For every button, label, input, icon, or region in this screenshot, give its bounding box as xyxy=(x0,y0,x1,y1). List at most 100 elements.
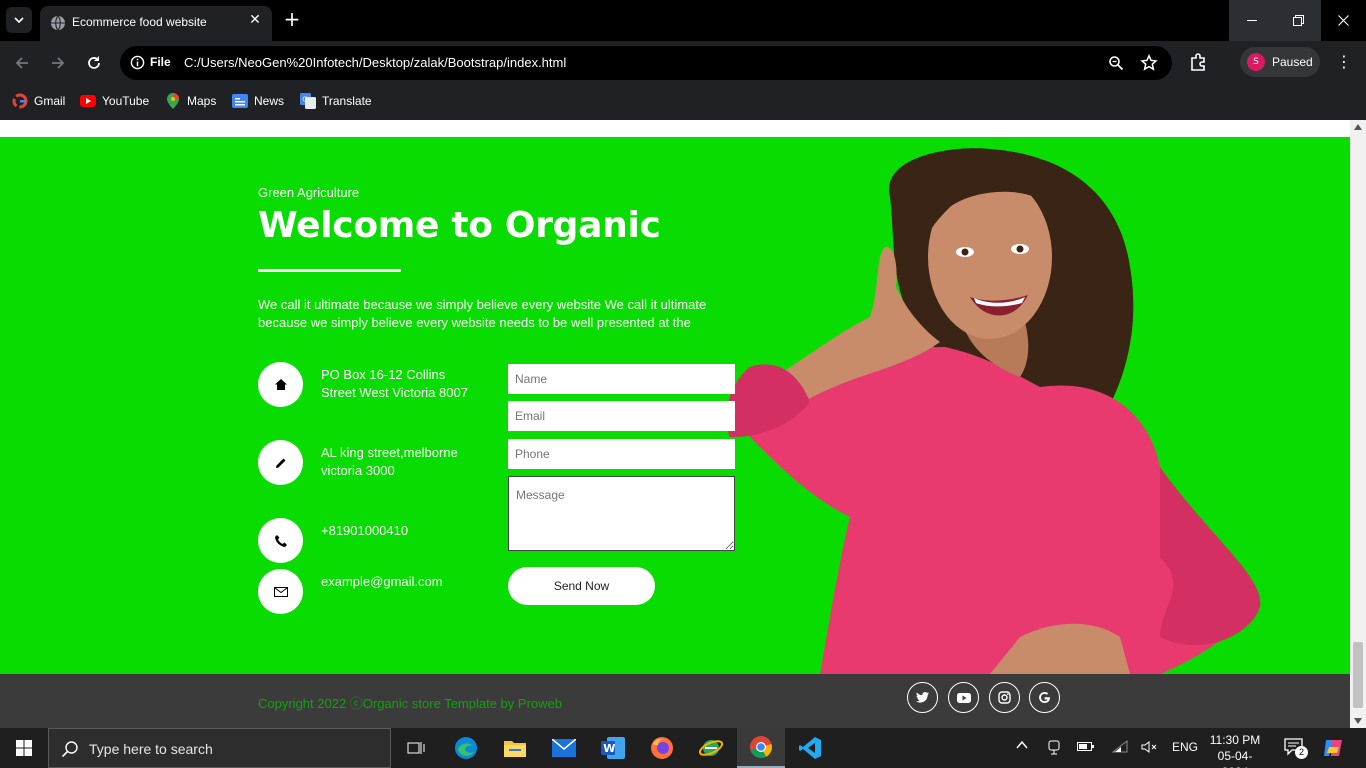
svg-text:G: G xyxy=(302,96,307,104)
ie-icon xyxy=(699,740,723,756)
vscode-app[interactable] xyxy=(786,728,834,768)
scrollbar-thumb[interactable] xyxy=(1353,642,1363,708)
globe-icon xyxy=(51,15,65,31)
map-pin-icon xyxy=(165,93,181,109)
chrome-app[interactable] xyxy=(737,728,785,768)
contact-text: AL king street,melborne victoria 3000 xyxy=(321,445,458,478)
address-bar[interactable]: File C:/Users/NeoGen%20Infotech/Desktop/… xyxy=(120,46,1172,80)
contact-text: +81901000410 xyxy=(321,523,409,538)
browser-tab[interactable]: Ecommerce food website ✕ xyxy=(40,6,272,41)
arrow-left-icon xyxy=(15,57,28,69)
network-icon[interactable] xyxy=(1111,739,1128,757)
scroll-up-icon[interactable] xyxy=(1354,124,1362,130)
youtube-icon xyxy=(80,93,96,109)
chrome-icon xyxy=(750,736,772,758)
start-button[interactable] xyxy=(0,728,48,768)
avatar: S xyxy=(1247,53,1265,71)
browser-tab-bar: Ecommerce food website ✕ + xyxy=(0,0,1366,41)
scroll-down-icon[interactable] xyxy=(1354,718,1362,724)
zoom-icon[interactable] xyxy=(1108,55,1124,71)
restore-button[interactable] xyxy=(1275,0,1321,41)
windows-logo-icon xyxy=(16,740,32,756)
bookmark-news[interactable]: News xyxy=(232,92,284,110)
search-placeholder: Type here to search xyxy=(89,741,213,757)
back-button[interactable] xyxy=(12,53,32,73)
reload-button[interactable] xyxy=(84,53,104,73)
intro-text: We call it ultimate because we simply be… xyxy=(258,297,707,330)
file-explorer-app[interactable] xyxy=(491,728,539,768)
windows-taskbar: Type here to search W ENG 11:30 PM 05-04… xyxy=(0,728,1366,768)
bookmark-label: Translate xyxy=(322,94,372,108)
bookmark-gmail[interactable]: Gmail xyxy=(12,92,65,110)
pencil-icon xyxy=(258,440,303,485)
profile-status: Paused xyxy=(1272,55,1313,69)
youtube-icon[interactable] xyxy=(948,682,979,713)
contact-text: PO Box 16-12 Collins Street West Victori… xyxy=(321,367,468,400)
edge-app[interactable] xyxy=(442,728,490,768)
bookmark-label: Gmail xyxy=(34,94,66,108)
taskbar-search[interactable]: Type here to search xyxy=(48,728,391,768)
clock-date: 05-04-2024 xyxy=(1217,749,1253,768)
forward-button[interactable] xyxy=(48,53,68,73)
more-menu-icon[interactable]: ⋮ xyxy=(1336,53,1352,71)
mail-app[interactable] xyxy=(540,728,588,768)
info-icon[interactable] xyxy=(130,55,145,70)
chevron-down-icon xyxy=(14,17,24,23)
word-icon: W xyxy=(601,737,625,759)
phone-field[interactable] xyxy=(508,439,735,469)
section-kicker: Green Agriculture xyxy=(258,185,360,200)
show-hidden-icons[interactable] xyxy=(1015,738,1029,755)
email-field[interactable] xyxy=(508,401,735,431)
bookmark-translate[interactable]: G Translate xyxy=(300,92,372,110)
restore-icon xyxy=(1292,15,1304,26)
close-tab-icon[interactable]: ✕ xyxy=(246,12,264,28)
home-icon xyxy=(258,362,303,407)
twitter-icon[interactable] xyxy=(907,682,938,713)
envelope-icon xyxy=(258,569,303,614)
reload-icon xyxy=(88,56,100,69)
page-footer: Copyright 2022 ⓒOrganic store Template b… xyxy=(0,674,1350,728)
notifications-button[interactable]: 2 xyxy=(1284,737,1308,760)
bookmark-youtube[interactable]: YouTube xyxy=(80,92,149,110)
woman-photo xyxy=(726,148,1261,674)
translate-icon: G xyxy=(300,93,316,109)
language-indicator[interactable]: ENG xyxy=(1172,740,1198,754)
minimize-button[interactable] xyxy=(1229,0,1275,41)
extensions-icon[interactable] xyxy=(1190,53,1208,71)
edge-icon xyxy=(455,737,477,759)
page-scrollbar[interactable] xyxy=(1350,120,1366,728)
system-clock[interactable]: 11:30 PM 05-04-2024 xyxy=(1205,732,1265,768)
bookmark-label: YouTube xyxy=(102,94,150,108)
meet-now-icon[interactable] xyxy=(1047,739,1061,758)
internet-explorer-app[interactable] xyxy=(687,728,735,768)
tab-search-button[interactable] xyxy=(6,7,32,33)
send-now-button[interactable]: Send Now xyxy=(508,567,655,605)
name-field[interactable] xyxy=(508,364,735,394)
news-icon xyxy=(232,93,248,109)
volume-muted-icon[interactable] xyxy=(1141,740,1157,757)
browser-toolbar: File C:/Users/NeoGen%20Infotech/Desktop/… xyxy=(0,41,1366,84)
chevron-up-icon xyxy=(1016,740,1028,749)
google-icon[interactable] xyxy=(1029,682,1060,713)
profile-button[interactable]: S Paused xyxy=(1240,47,1320,77)
bookmark-star-icon[interactable] xyxy=(1140,54,1158,72)
copilot-icon[interactable] xyxy=(1322,737,1344,762)
close-icon xyxy=(1337,15,1349,26)
word-app[interactable]: W xyxy=(589,728,637,768)
contact-hero-section: Green Agriculture Welcome to Organic We … xyxy=(0,137,1350,674)
firefox-app[interactable] xyxy=(638,728,686,768)
file-scheme-label: File xyxy=(150,55,171,69)
url-text[interactable]: C:/Users/NeoGen%20Infotech/Desktop/zalak… xyxy=(184,55,566,70)
instagram-icon[interactable] xyxy=(989,682,1020,713)
bookmark-maps[interactable]: Maps xyxy=(165,92,216,110)
message-field[interactable] xyxy=(508,476,735,551)
clock-time: 11:30 PM xyxy=(1209,733,1261,747)
minimize-icon xyxy=(1247,19,1257,21)
task-view-button[interactable] xyxy=(392,728,440,768)
close-window-button[interactable] xyxy=(1320,0,1366,41)
bookmark-label: Maps xyxy=(187,94,217,108)
new-tab-button[interactable]: + xyxy=(282,8,302,30)
title-underline xyxy=(258,269,401,272)
task-view-icon xyxy=(407,742,425,754)
battery-icon[interactable] xyxy=(1077,740,1095,755)
